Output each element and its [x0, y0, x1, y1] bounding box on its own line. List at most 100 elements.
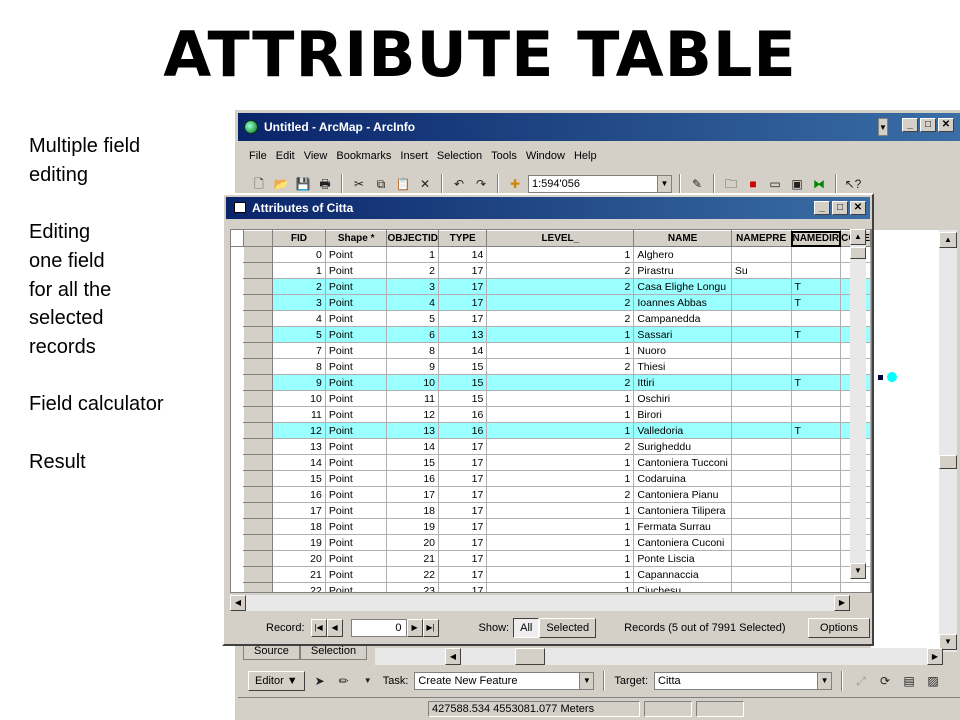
cell-fid[interactable]: 0	[272, 246, 326, 263]
cell-level[interactable]: 1	[486, 326, 635, 343]
cell-name[interactable]: Oschiri	[633, 390, 732, 407]
cell-shape[interactable]: Point	[324, 342, 388, 359]
titlebar-dropdown-icon[interactable]: ▼	[878, 118, 888, 136]
cell-name[interactable]: Cantoniera Tucconi	[633, 454, 732, 471]
cell-name[interactable]: Cantoniera Cuconi	[633, 534, 732, 551]
cell-objectid[interactable]: 17	[386, 486, 440, 503]
cell-fid[interactable]: 1	[272, 262, 326, 279]
row-selector[interactable]	[243, 358, 274, 375]
cell-level[interactable]: 2	[486, 438, 635, 455]
column-header-level[interactable]: LEVEL_	[486, 230, 635, 247]
menu-view[interactable]: View	[303, 148, 329, 164]
cell-shape[interactable]: Point	[324, 550, 388, 567]
cell-fid[interactable]: 15	[272, 470, 326, 487]
options-button[interactable]: Options	[808, 618, 870, 638]
chevron-down-icon[interactable]: ▼	[657, 176, 671, 192]
cut-icon[interactable]: ✂	[350, 175, 368, 193]
menu-window[interactable]: Window	[525, 148, 566, 164]
cell-objectid[interactable]: 16	[386, 470, 440, 487]
column-header-namepre[interactable]: NAMEPRE	[730, 230, 792, 247]
cell-level[interactable]: 1	[486, 470, 635, 487]
table-row[interactable]: 0 Point 1 14 1 Alghero	[231, 246, 871, 263]
cell-namepre[interactable]	[730, 406, 792, 423]
cell-namedir[interactable]	[790, 518, 842, 535]
cell-objectid[interactable]: 12	[386, 406, 440, 423]
cell-objectid[interactable]: 5	[386, 310, 440, 327]
cell-fid[interactable]: 3	[272, 294, 326, 311]
cell-namedir[interactable]	[790, 502, 842, 519]
cell-level[interactable]: 1	[486, 534, 635, 551]
cell-objectid[interactable]: 10	[386, 374, 440, 391]
cell-objectid[interactable]: 8	[386, 342, 440, 359]
cell-name[interactable]: Sassari	[633, 326, 732, 343]
previous-record-icon[interactable]: ◀	[326, 619, 343, 637]
scroll-right-icon[interactable]: ▶	[834, 595, 850, 611]
cell-fid[interactable]: 10	[272, 390, 326, 407]
sketch-tool-icon[interactable]: ✏	[335, 672, 353, 690]
table-row[interactable]: 15 Point 16 17 1 Codaruina	[231, 470, 871, 487]
row-selector[interactable]	[243, 518, 274, 535]
row-selector[interactable]	[243, 566, 274, 583]
cell-shape[interactable]: Point	[324, 438, 388, 455]
table-row[interactable]: 10 Point 11 15 1 Oschiri	[231, 390, 871, 407]
row-selector[interactable]	[243, 422, 274, 439]
sketch-properties-icon[interactable]: ▨	[924, 672, 942, 690]
table-row[interactable]: 1 Point 2 17 2 Pirastru Su	[231, 262, 871, 279]
cell-objectid[interactable]: 4	[386, 294, 440, 311]
cell-shape[interactable]: Point	[324, 310, 388, 327]
cell-shape[interactable]: Point	[324, 422, 388, 439]
cell-namepre[interactable]	[730, 326, 792, 343]
attributes-icon[interactable]: ▤	[900, 672, 918, 690]
cell-name[interactable]: Codaruina	[633, 470, 732, 487]
row-selector[interactable]	[243, 486, 274, 503]
first-record-icon[interactable]: |◀	[310, 619, 327, 637]
cell-shape[interactable]: Point	[324, 406, 388, 423]
column-header-type[interactable]: TYPE	[438, 230, 488, 247]
cell-level[interactable]: 1	[486, 582, 635, 592]
menu-selection[interactable]: Selection	[436, 148, 483, 164]
menu-edit[interactable]: Edit	[275, 148, 296, 164]
cell-namepre[interactable]	[730, 294, 792, 311]
cell-name[interactable]: Casa Elighe Longu	[633, 278, 732, 295]
row-selector[interactable]	[243, 326, 274, 343]
cell-name[interactable]: Ponte Liscia	[633, 550, 732, 567]
maximize-button[interactable]: □	[920, 118, 936, 132]
cell-type[interactable]: 13	[438, 326, 488, 343]
cell-namedir[interactable]	[790, 406, 842, 423]
cell-type[interactable]: 17	[438, 310, 488, 327]
cell-namedir[interactable]	[790, 358, 842, 375]
menu-bookmarks[interactable]: Bookmarks	[335, 148, 392, 164]
open-icon[interactable]: 📂	[272, 175, 290, 193]
cell-namepre[interactable]	[730, 246, 792, 263]
cell-name[interactable]: Pirastru	[633, 262, 732, 279]
add-data-icon[interactable]: ✚	[506, 175, 524, 193]
cell-namedir[interactable]	[790, 390, 842, 407]
redo-icon[interactable]: ↷	[472, 175, 490, 193]
cell-namedir[interactable]	[790, 582, 842, 592]
cell-name[interactable]: Capannaccia	[633, 566, 732, 583]
row-selector[interactable]	[243, 390, 274, 407]
row-selector[interactable]	[243, 534, 274, 551]
cell-type[interactable]: 15	[438, 390, 488, 407]
cell-level[interactable]: 1	[486, 566, 635, 583]
cell-namepre[interactable]	[730, 342, 792, 359]
column-header-name[interactable]: NAME	[633, 230, 732, 247]
cell-fid[interactable]: 21	[272, 566, 326, 583]
scroll-up-icon[interactable]: ▲	[939, 232, 957, 248]
cell-namedir[interactable]	[790, 438, 842, 455]
cell-type[interactable]: 17	[438, 518, 488, 535]
cell-level[interactable]: 1	[486, 390, 635, 407]
cell-objectid[interactable]: 15	[386, 454, 440, 471]
cell-namepre[interactable]	[730, 566, 792, 583]
cell-fid[interactable]: 13	[272, 438, 326, 455]
command-line-icon[interactable]: ▭	[766, 175, 784, 193]
cell-type[interactable]: 17	[438, 438, 488, 455]
cell-fid[interactable]: 5	[272, 326, 326, 343]
new-document-icon[interactable]: 🗋	[250, 175, 268, 193]
cell-type[interactable]: 16	[438, 406, 488, 423]
scroll-thumb[interactable]	[939, 455, 957, 469]
row-selector[interactable]	[243, 550, 274, 567]
row-selector[interactable]	[243, 470, 274, 487]
table-row[interactable]: 17 Point 18 17 1 Cantoniera Tilipera	[231, 502, 871, 519]
chevron-down-icon[interactable]: ▼	[817, 673, 832, 689]
